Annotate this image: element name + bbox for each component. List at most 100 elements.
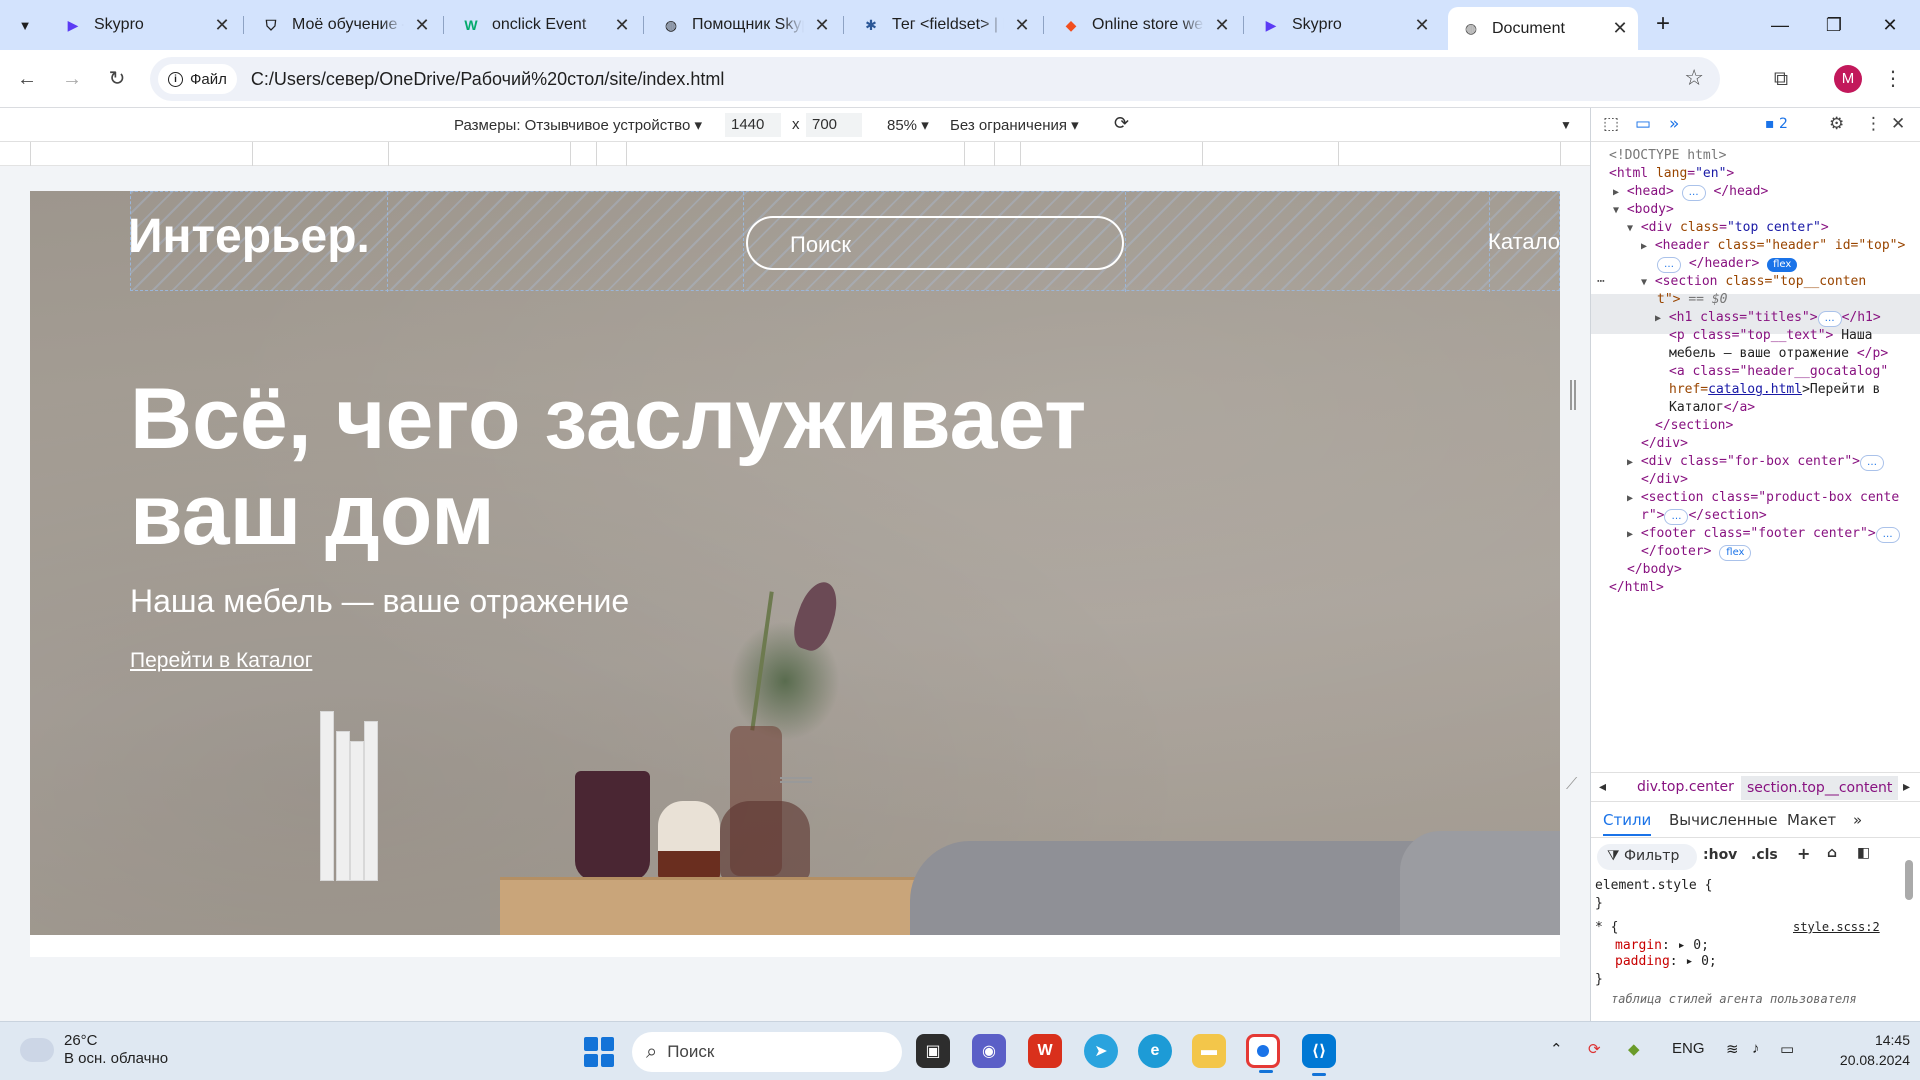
paint-brush-icon[interactable]: ⌂ — [1827, 845, 1837, 861]
site-nav-catalog-link[interactable]: Катало — [1488, 229, 1560, 255]
viewport-resize-handle-bottom[interactable] — [780, 777, 812, 783]
task-view-icon[interactable]: ▣ — [916, 1034, 950, 1068]
dom-row-more-icon[interactable]: ⋯ — [1597, 274, 1605, 289]
telegram-icon[interactable]: ➤ — [1084, 1034, 1118, 1068]
tab-onclick-event[interactable]: W onclick Event ✕ — [448, 7, 640, 43]
close-devtools-icon[interactable]: ✕ — [1891, 114, 1905, 134]
inspect-element-icon[interactable]: ⬚ — [1603, 114, 1619, 134]
tab-styles[interactable]: Стили — [1603, 811, 1652, 836]
dom-node-div-close[interactable]: </div> — [1641, 436, 1688, 451]
viewport-width-input[interactable]: 1440 — [725, 113, 781, 137]
site-search-input[interactable]: Поиск — [746, 216, 1124, 270]
dom-node-footer[interactable]: ▶ <footer class="footer center">… — [1627, 526, 1900, 543]
dom-node-footer-close[interactable]: </footer> flex — [1641, 544, 1752, 561]
restore-button[interactable]: ❐ — [1814, 10, 1854, 40]
battery-icon[interactable]: ▭ — [1780, 1040, 1794, 1058]
dom-node-doctype[interactable]: <!DOCTYPE html> — [1609, 148, 1726, 163]
breadcrumb-div-top-center[interactable]: div.top.center — [1637, 779, 1734, 795]
tab-search-button[interactable]: ▼ — [8, 8, 42, 42]
dom-node-html-close[interactable]: </html> — [1609, 580, 1664, 595]
element-style-rule[interactable]: element.style { — [1595, 878, 1712, 893]
tab-skypro-2[interactable]: ▶ Skypro ✕ — [1248, 7, 1440, 43]
tab-skypro-1[interactable]: ▶ Skypro ✕ — [50, 7, 240, 43]
breadcrumb-scroll-right-icon[interactable]: ▸ — [1903, 779, 1910, 795]
close-icon[interactable]: ✕ — [212, 15, 232, 36]
vscode-icon[interactable]: ⟨⟩ — [1302, 1034, 1336, 1076]
dom-node-div-forbox[interactable]: ▶ <div class="for-box center">… — [1627, 454, 1885, 471]
viewport-height-input[interactable]: 700 — [806, 113, 862, 137]
universal-rule[interactable]: * { — [1595, 920, 1618, 935]
profile-avatar[interactable]: M — [1834, 65, 1862, 93]
tray-overflow-icon[interactable]: ⌃ — [1550, 1040, 1563, 1058]
address-bar[interactable]: i Файл C:/Users/север/OneDrive/Рабочий%2… — [150, 57, 1720, 101]
browser-menu-button[interactable]: ⋮ — [1876, 62, 1910, 96]
close-icon[interactable]: ✕ — [1412, 15, 1432, 36]
dom-node-a-href[interactable]: href=catalog.html>Перейти в — [1669, 382, 1880, 397]
close-icon[interactable]: ✕ — [1610, 18, 1630, 39]
rotate-icon[interactable]: ⟳ — [1114, 113, 1129, 134]
styles-scrollbar[interactable] — [1902, 836, 1916, 1016]
dom-node-section-close[interactable]: </section> — [1655, 418, 1733, 433]
settings-gear-icon[interactable]: ⚙ — [1829, 114, 1844, 134]
dom-node-a[interactable]: <a class="header__gocatalog" — [1669, 364, 1888, 379]
reload-button[interactable]: ↻ — [100, 62, 134, 96]
device-toolbar-more-icon[interactable]: ▼ — [1560, 118, 1572, 132]
url-text[interactable]: C:/Users/север/OneDrive/Рабочий%20стол/s… — [251, 69, 725, 90]
tab-fieldset[interactable]: ✱ Тег <fieldset> | HTML ✕ — [848, 7, 1040, 43]
throttling-select[interactable]: Без ограничения ▾ — [950, 116, 1079, 134]
hero-catalog-link[interactable]: Перейти в Каталог — [130, 649, 312, 673]
dom-node-body[interactable]: ▼ <body> — [1613, 202, 1674, 217]
dom-node-a-text[interactable]: Каталог</a> — [1669, 400, 1755, 415]
minimize-button[interactable]: — — [1760, 10, 1800, 40]
new-style-rule-icon[interactable]: + — [1797, 844, 1810, 863]
dom-node-p[interactable]: <p class="top__text"> Наша — [1669, 328, 1873, 343]
tab-online-store[interactable]: ◆ Online store website ✕ — [1048, 7, 1240, 43]
dom-node-p-text[interactable]: мебель — ваше отражение </p> — [1669, 346, 1888, 361]
dom-node-div-top[interactable]: ▼ <div class="top center"> — [1627, 220, 1829, 235]
antivirus-icon[interactable]: ◆ — [1628, 1040, 1640, 1058]
hov-toggle[interactable]: :hov — [1703, 847, 1737, 863]
start-button[interactable] — [584, 1037, 614, 1067]
tab-computed[interactable]: Вычисленные — [1669, 811, 1778, 829]
cls-toggle[interactable]: .cls — [1751, 847, 1778, 863]
dom-node-section-top-content-b[interactable]: t"> == $0 — [1657, 292, 1727, 307]
language-indicator[interactable]: ENG — [1672, 1040, 1705, 1057]
close-window-button[interactable]: ✕ — [1870, 10, 1910, 40]
site-logo[interactable]: Интерьер. — [128, 209, 370, 264]
tab-skypro-helper[interactable]: ◍ Помощник Skypro ✕ — [648, 7, 840, 43]
styles-filter-input[interactable]: ⧩ Фильтр — [1597, 844, 1697, 870]
teams-chat-icon[interactable]: ◉ — [972, 1034, 1006, 1068]
wifi-icon[interactable]: ≋ — [1726, 1040, 1739, 1058]
dom-node-header[interactable]: ▶ <header class="header" id="top"> — [1641, 238, 1905, 253]
close-icon[interactable]: ✕ — [812, 15, 832, 36]
style-source-link[interactable]: style.scss:2 — [1793, 920, 1880, 934]
more-tabs-icon[interactable]: » — [1853, 811, 1862, 829]
dom-node-h1[interactable]: ▶ <h1 class="titles">… </h1> — [1655, 310, 1881, 327]
breadcrumb-section-top-content[interactable]: section.top__content — [1741, 776, 1899, 800]
tab-document[interactable]: ◍ Document ✕ — [1448, 7, 1638, 50]
device-toggle-icon[interactable]: ▭ — [1635, 114, 1651, 134]
dom-node-body-close[interactable]: </body> — [1627, 562, 1682, 577]
viewport-resize-handle-corner[interactable]: ⟋ — [1566, 776, 1577, 794]
close-icon[interactable]: ✕ — [412, 15, 432, 36]
back-button[interactable]: ← — [10, 62, 44, 96]
viewport-resize-handle-right[interactable] — [1570, 380, 1576, 410]
more-tabs-icon[interactable]: » — [1669, 114, 1679, 134]
edge-icon[interactable]: e — [1138, 1034, 1172, 1068]
system-clock[interactable]: 14:45 20.08.2024 — [1830, 1030, 1910, 1070]
wps-office-icon[interactable]: W — [1028, 1034, 1062, 1068]
update-icon[interactable]: ⟳ — [1588, 1040, 1601, 1058]
dom-node-section-product[interactable]: ▶ <section class="product-box cente — [1627, 490, 1899, 505]
new-tab-button[interactable]: + — [1648, 10, 1678, 40]
weather-widget[interactable]: 26°C В осн. облачно — [20, 1030, 168, 1068]
toggle-sidebar-icon[interactable]: ◧ — [1857, 845, 1870, 861]
breadcrumb-scroll-left-icon[interactable]: ◂ — [1599, 779, 1606, 795]
dom-node-section-product-b[interactable]: r">… </section> — [1641, 508, 1767, 525]
close-icon[interactable]: ✕ — [1012, 15, 1032, 36]
forward-button[interactable]: → — [55, 62, 89, 96]
tab-layout[interactable]: Макет — [1787, 811, 1836, 829]
dom-node-header-close[interactable]: … </header> flex — [1657, 256, 1798, 273]
zoom-select[interactable]: 85% ▾ — [887, 116, 929, 134]
dom-node-div-forbox-close[interactable]: </div> — [1641, 472, 1688, 487]
issues-counter[interactable]: ▪ 2 — [1765, 116, 1788, 132]
